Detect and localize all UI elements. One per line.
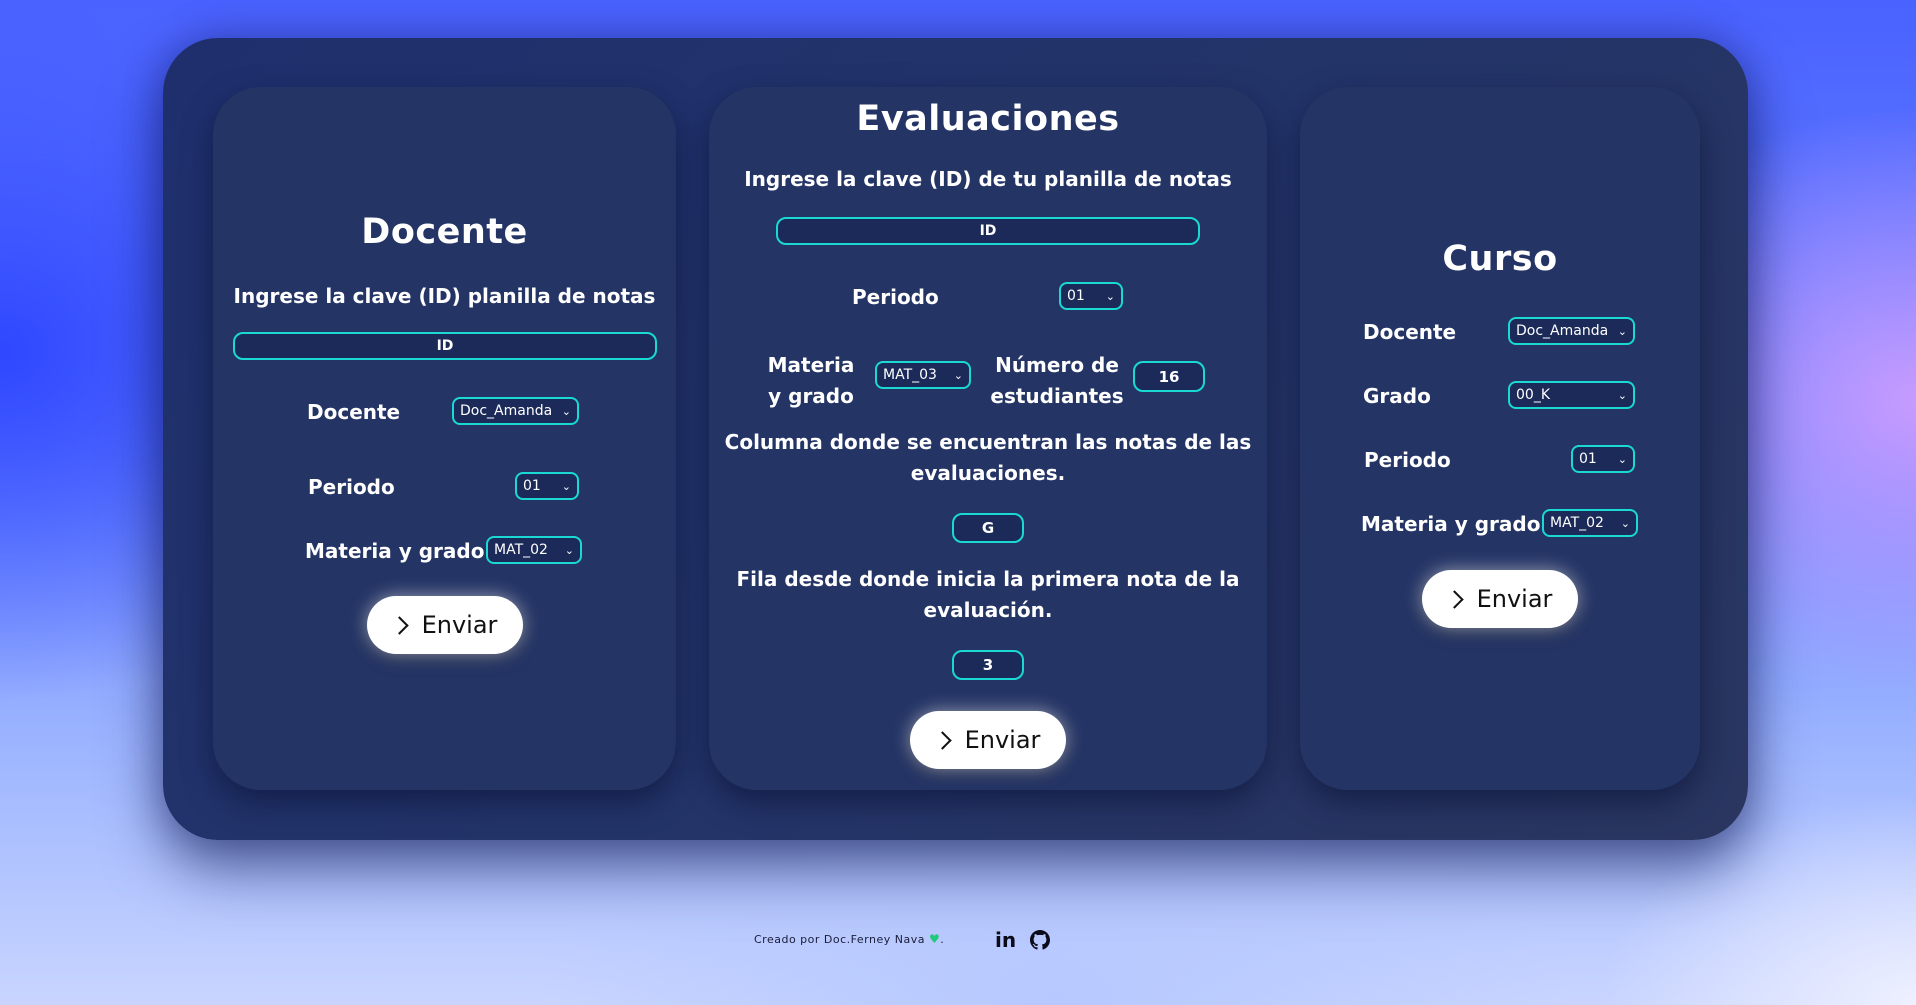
estudiantes-label-line2: estudiantes xyxy=(990,384,1124,408)
chevron-right-icon xyxy=(1444,589,1464,609)
evaluaciones-materia-label: Materia y grado xyxy=(761,350,861,412)
curso-docente-label: Docente xyxy=(1363,320,1457,344)
chevron-down-icon: ⌄ xyxy=(1617,452,1627,466)
evaluaciones-fila-label: Fila desde donde inicia la primera nota … xyxy=(709,564,1267,626)
docente-materia-label: Materia y grado xyxy=(305,539,485,563)
chevron-down-icon: ⌄ xyxy=(953,368,963,382)
footer-credit: Creado por Doc.Ferney Nava ♥. xyxy=(754,932,944,946)
evaluaciones-materia-value: MAT_03 xyxy=(883,367,937,383)
docente-instruction: Ingrese la clave (ID) planilla de notas xyxy=(233,284,656,308)
evaluaciones-materia-select[interactable]: MAT_03 ⌄ xyxy=(875,361,971,389)
evaluaciones-columna-input[interactable] xyxy=(952,513,1024,543)
curso-docente-select[interactable]: Doc_Amanda ⌄ xyxy=(1508,317,1635,345)
heart-icon: ♥ xyxy=(928,932,941,946)
curso-materia-value: MAT_02 xyxy=(1550,515,1604,531)
curso-enviar-button[interactable]: Enviar xyxy=(1422,570,1578,628)
curso-periodo-select[interactable]: 01 ⌄ xyxy=(1571,445,1635,473)
materia-label-line2: y grado xyxy=(768,384,854,408)
docente-docente-value: Doc_Amanda xyxy=(460,403,553,419)
curso-periodo-value: 01 xyxy=(1579,451,1597,467)
evaluaciones-periodo-value: 01 xyxy=(1067,288,1085,304)
materia-label-line1: Materia xyxy=(767,353,855,377)
docente-materia-value: MAT_02 xyxy=(494,542,548,558)
footer-period: . xyxy=(940,933,945,946)
curso-docente-value: Doc_Amanda xyxy=(1516,323,1609,339)
docente-periodo-label: Periodo xyxy=(308,475,395,499)
chevron-down-icon: ⌄ xyxy=(1617,388,1627,402)
docente-materia-select[interactable]: MAT_02 ⌄ xyxy=(486,536,582,564)
evaluaciones-id-input[interactable] xyxy=(776,217,1200,245)
curso-title: Curso xyxy=(1442,239,1558,279)
chevron-right-icon xyxy=(389,615,409,635)
chevron-down-icon: ⌄ xyxy=(564,543,574,557)
chevron-down-icon: ⌄ xyxy=(561,404,571,418)
evaluaciones-periodo-label: Periodo xyxy=(852,285,939,309)
columna-label-line1: Columna donde se encuentran las notas de… xyxy=(724,430,1252,454)
docente-docente-select[interactable]: Doc_Amanda ⌄ xyxy=(452,397,579,425)
evaluaciones-title: Evaluaciones xyxy=(856,99,1120,139)
docente-id-input[interactable] xyxy=(233,332,657,360)
curso-materia-label: Materia y grado xyxy=(1361,512,1541,536)
curso-grado-label: Grado xyxy=(1363,384,1431,408)
docente-periodo-select[interactable]: 01 ⌄ xyxy=(515,472,579,500)
evaluaciones-enviar-label: Enviar xyxy=(964,726,1041,754)
fila-label-line2: evaluación. xyxy=(923,598,1053,622)
evaluaciones-card: Evaluaciones Ingrese la clave (ID) de tu… xyxy=(709,87,1267,790)
github-icon-svg xyxy=(1030,930,1050,950)
evaluaciones-columna-label: Columna donde se encuentran las notas de… xyxy=(709,427,1267,489)
docente-periodo-value: 01 xyxy=(523,478,541,494)
columna-label-line2: evaluaciones. xyxy=(910,461,1066,485)
github-icon[interactable] xyxy=(1030,930,1050,955)
curso-materia-select[interactable]: MAT_02 ⌄ xyxy=(1542,509,1638,537)
curso-grado-select[interactable]: 00_K ⌄ xyxy=(1508,381,1635,409)
curso-card: Curso Docente Doc_Amanda ⌄ Grado 00_K ⌄ … xyxy=(1300,87,1700,790)
curso-periodo-label: Periodo xyxy=(1364,448,1451,472)
chevron-down-icon: ⌄ xyxy=(1620,516,1630,530)
docente-enviar-label: Enviar xyxy=(421,611,498,639)
docente-enviar-button[interactable]: Enviar xyxy=(367,596,523,654)
evaluaciones-estudiantes-input[interactable] xyxy=(1133,361,1205,392)
evaluaciones-fila-input[interactable] xyxy=(952,650,1024,680)
curso-grado-value: 00_K xyxy=(1516,387,1550,403)
chevron-down-icon: ⌄ xyxy=(1617,324,1627,338)
chevron-down-icon: ⌄ xyxy=(1105,289,1115,303)
docente-title: Docente xyxy=(361,212,528,252)
fila-label-line1: Fila desde donde inicia la primera nota … xyxy=(736,567,1240,591)
evaluaciones-periodo-select[interactable]: 01 ⌄ xyxy=(1059,282,1123,310)
evaluaciones-enviar-button[interactable]: Enviar xyxy=(910,711,1066,769)
chevron-right-icon xyxy=(932,730,952,750)
docente-card: Docente Ingrese la clave (ID) planilla d… xyxy=(213,87,676,790)
evaluaciones-instruction: Ingrese la clave (ID) de tu planilla de … xyxy=(744,167,1232,191)
footer-credit-text: Creado por Doc.Ferney Nava xyxy=(754,933,925,946)
curso-enviar-label: Enviar xyxy=(1476,585,1553,613)
estudiantes-label-line1: Número de xyxy=(995,353,1119,377)
docente-docente-label: Docente xyxy=(307,400,401,424)
evaluaciones-estudiantes-label: Número de estudiantes xyxy=(985,350,1129,412)
chevron-down-icon: ⌄ xyxy=(561,479,571,493)
linkedin-icon[interactable]: in xyxy=(995,928,1016,952)
